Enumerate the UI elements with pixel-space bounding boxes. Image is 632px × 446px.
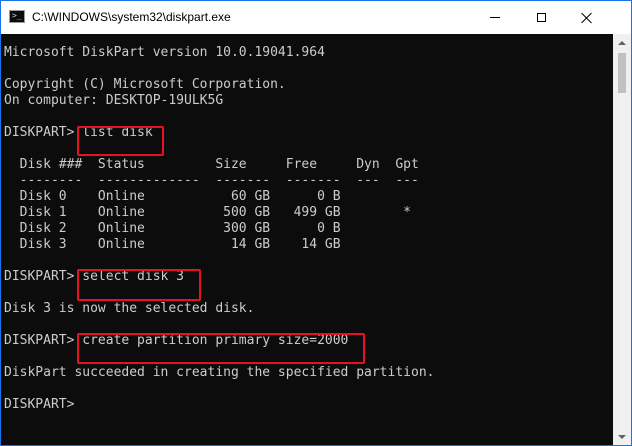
maximize-button[interactable] — [518, 1, 564, 34]
minimize-button[interactable] — [472, 1, 518, 34]
console-icon[interactable]: >_ — [9, 10, 25, 23]
console-line-computer: On computer: DESKTOP-19ULK5G — [4, 93, 224, 108]
highlight-create-partition — [77, 333, 365, 364]
console-line-version: Microsoft DiskPart version 10.0.19041.96… — [4, 45, 325, 60]
console-line-copyright: Copyright (C) Microsoft Corporation. — [4, 77, 286, 92]
highlight-select-disk — [77, 269, 201, 301]
minimize-icon — [490, 17, 500, 18]
disk-table-row: Disk 0 Online 60 GB 0 B — [4, 189, 341, 204]
close-button[interactable] — [564, 1, 610, 34]
title-bar[interactable]: >_ C:\WINDOWS\system32\diskpart.exe — [1, 1, 631, 34]
console-output[interactable]: Microsoft DiskPart version 10.0.19041.96… — [1, 34, 613, 445]
highlight-list-disk — [77, 126, 164, 156]
disk-table-row: Disk 1 Online 500 GB 499 GB * — [4, 205, 411, 220]
disk-table-separator: -------- ------------- ------- ------- -… — [4, 173, 419, 188]
maximize-icon — [536, 13, 546, 22]
scroll-down-arrow-icon — [618, 434, 626, 439]
scroll-up-button[interactable] — [613, 34, 631, 51]
close-icon — [581, 12, 593, 24]
disk-table-row: Disk 3 Online 14 GB 14 GB — [4, 237, 341, 252]
console-line-selected-message: Disk 3 is now the selected disk. — [4, 301, 255, 316]
scroll-up-arrow-icon — [618, 40, 626, 45]
console-window: >_ C:\WINDOWS\system32\diskpart.exe Micr… — [0, 0, 632, 446]
disk-table-header: Disk ### Status Size Free Dyn Gpt — [4, 157, 419, 172]
console-line-success-message: DiskPart succeeded in creating the speci… — [4, 365, 435, 380]
vertical-scrollbar[interactable] — [613, 34, 631, 445]
console-icon-glyph: >_ — [12, 11, 22, 20]
disk-table-row: Disk 2 Online 300 GB 0 B — [4, 221, 341, 236]
scroll-down-button[interactable] — [613, 428, 631, 445]
console-line-prompt[interactable]: DISKPART> — [4, 397, 82, 413]
scrollbar-thumb[interactable] — [618, 53, 626, 93]
window-title: C:\WINDOWS\system32\diskpart.exe — [32, 10, 231, 24]
